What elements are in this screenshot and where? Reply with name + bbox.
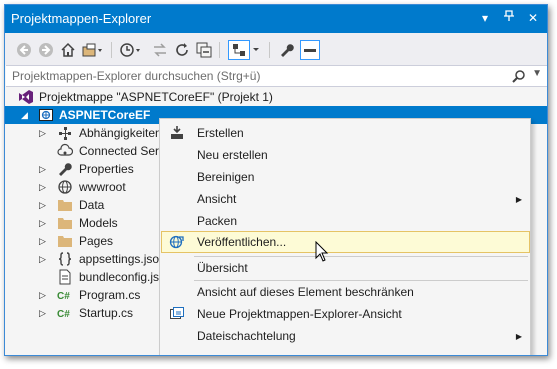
build-icon — [169, 125, 185, 141]
mouse-cursor-icon — [315, 240, 329, 263]
publish-globe-icon — [169, 234, 185, 250]
submenu-arrow-icon: ▶ — [515, 331, 522, 341]
collapse-all-icon[interactable] — [195, 40, 213, 60]
menu-item-overview[interactable]: Übersicht — [161, 257, 530, 279]
tree-item-label: Pages — [79, 234, 114, 248]
expand-arrow-icon[interactable]: ▷ — [39, 182, 46, 193]
tree-item-label: Properties — [79, 162, 134, 176]
menu-item-scope-to-this[interactable]: Ansicht auf dieses Element beschränken — [161, 281, 530, 303]
expand-arrow-icon[interactable]: ▷ — [39, 128, 46, 139]
tree-item-label: Startup.cs — [79, 306, 134, 320]
dependencies-icon — [57, 125, 73, 141]
switch-views-icon[interactable] — [81, 40, 105, 60]
menu-item-file-nesting[interactable]: Dateischachtelung ▶ — [161, 325, 530, 347]
menu-item-new-solution-explorer-view[interactable]: Neue Projektmappen-Explorer-Ansicht — [161, 303, 530, 325]
tree-item-label: Program.cs — [79, 288, 141, 302]
forward-icon[interactable] — [37, 40, 55, 60]
globe-icon — [57, 179, 73, 195]
tree-item-label: wwwroot — [79, 180, 126, 194]
refresh-icon[interactable] — [173, 40, 191, 60]
expand-arrow-icon[interactable]: ▷ — [39, 308, 46, 319]
csharp-file-icon: C# — [57, 305, 73, 321]
sync-with-active-document-icon[interactable] — [151, 40, 169, 60]
menu-item-clean[interactable]: Bereinigen — [161, 166, 530, 188]
folder-icon — [57, 197, 73, 213]
toolbar — [5, 33, 547, 65]
folder-icon — [57, 233, 73, 249]
search-input[interactable]: Projektmappen-Explorer durchsuchen (Strg… — [6, 65, 547, 87]
connected-services-icon — [57, 143, 73, 159]
window-title: Projektmappen-Explorer — [11, 11, 152, 26]
menu-item-publish[interactable]: Veröffentlichen... — [161, 231, 530, 253]
expand-arrow-icon[interactable]: ▷ — [39, 200, 46, 211]
collapse-arrow-icon[interactable]: ◢ — [21, 110, 28, 121]
close-button[interactable]: ✕ — [523, 9, 543, 27]
expand-arrow-icon[interactable]: ▷ — [39, 164, 46, 175]
csharp-file-icon: C# — [57, 287, 73, 303]
search-placeholder: Projektmappen-Explorer durchsuchen (Strg… — [12, 69, 261, 83]
expand-arrow-icon[interactable]: ▷ — [39, 290, 46, 301]
properties-wrench-icon[interactable] — [277, 40, 295, 60]
tree-project-label: ASPNETCoreEF — [59, 108, 151, 122]
menu-item-build[interactable]: Erstellen — [161, 122, 530, 144]
show-all-files-icon[interactable] — [227, 40, 263, 60]
folder-icon — [57, 215, 73, 231]
solution-explorer-window: Projektmappen-Explorer ▾ ✕ Projektmappen… — [4, 4, 548, 356]
tree-item-label: Data — [79, 198, 105, 212]
expand-arrow-icon[interactable]: ▷ — [39, 218, 46, 229]
window-position-dropdown[interactable]: ▾ — [475, 9, 495, 27]
expand-arrow-icon[interactable]: ▷ — [39, 236, 46, 247]
svg-text:C#: C# — [57, 309, 70, 320]
wrench-icon — [57, 161, 73, 177]
tree-solution-node[interactable]: Projektmappe "ASPNETCoreEF" (Projekt 1) — [5, 88, 547, 106]
json-file-icon — [57, 251, 73, 267]
pending-changes-filter-icon[interactable] — [119, 40, 145, 60]
search-icon[interactable] — [512, 69, 526, 83]
back-icon[interactable] — [15, 40, 33, 60]
tree-item-label: appsettings.json — [79, 252, 166, 266]
new-explorer-view-icon — [169, 306, 185, 322]
visual-studio-solution-icon — [18, 89, 34, 105]
tree-item-label: Models — [79, 216, 118, 230]
context-menu: Erstellen Neu erstellen Bereinigen Ansic… — [159, 118, 531, 355]
expand-arrow-icon[interactable]: ▷ — [39, 254, 46, 265]
svg-text:C#: C# — [57, 291, 70, 302]
search-options-chevron-down-icon[interactable]: ▼ — [532, 68, 542, 79]
home-icon[interactable] — [59, 40, 77, 60]
auto-hide-pin-icon[interactable] — [499, 9, 519, 27]
submenu-arrow-icon: ▶ — [515, 194, 522, 204]
menu-item-pack[interactable]: Packen — [161, 210, 530, 232]
tree-item-label: Abhängigkeiten — [79, 126, 162, 140]
title-bar: Projektmappen-Explorer ▾ ✕ — [5, 5, 547, 33]
tree-solution-label: Projektmappe "ASPNETCoreEF" (Projekt 1) — [39, 90, 273, 104]
web-project-icon — [38, 107, 54, 123]
preview-selected-items-icon[interactable] — [299, 40, 321, 60]
file-icon — [57, 269, 73, 285]
menu-item-view[interactable]: Ansicht ▶ — [161, 188, 530, 210]
menu-item-rebuild[interactable]: Neu erstellen — [161, 144, 530, 166]
